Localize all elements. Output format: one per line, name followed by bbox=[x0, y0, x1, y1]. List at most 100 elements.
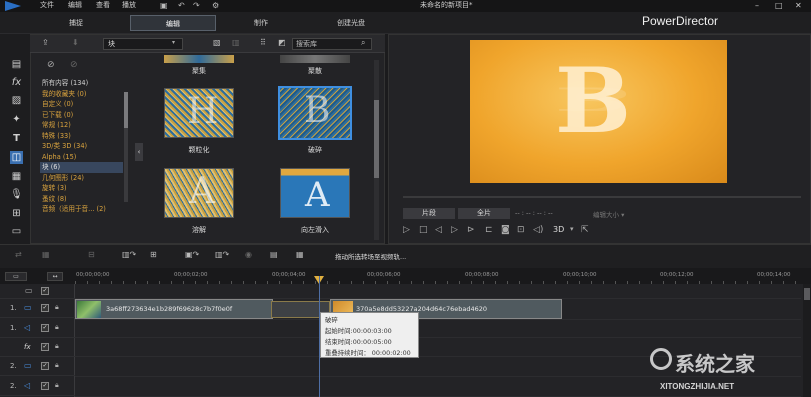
lock-icon[interactable]: 🔒︎ bbox=[55, 361, 59, 370]
menu-view[interactable]: 查看 bbox=[96, 0, 110, 11]
snapshot-icon[interactable]: ◙ bbox=[501, 225, 510, 235]
library-scrollbar-thumb[interactable] bbox=[374, 100, 379, 178]
effect-room-icon[interactable]: fx bbox=[10, 76, 23, 89]
apply-to-all-icon[interactable]: ▧ bbox=[213, 38, 221, 47]
search-icon[interactable]: ⌕ bbox=[361, 38, 365, 48]
timeline-vertical-scrollbar[interactable] bbox=[803, 284, 811, 397]
track-enable-checkbox[interactable]: ✓ bbox=[41, 324, 49, 332]
tab-produce[interactable]: 制作 bbox=[225, 15, 297, 31]
fast-forward-icon[interactable]: ⊳ bbox=[467, 225, 475, 235]
particle-room-icon[interactable]: ✦ bbox=[10, 113, 23, 126]
tab-capture[interactable]: 捕捉 bbox=[40, 15, 112, 31]
category-select[interactable]: 块 bbox=[103, 38, 183, 50]
thumbnail-image[interactable] bbox=[280, 55, 350, 63]
category-item[interactable]: 我的收藏夹 (0) bbox=[40, 89, 124, 100]
search-input[interactable]: 搜索库 bbox=[292, 38, 372, 50]
audio-mixing-icon[interactable]: ▦ bbox=[10, 170, 23, 183]
prev-frame-icon[interactable]: ◁ bbox=[435, 225, 442, 235]
voice-over-icon[interactable]: 🎙 bbox=[10, 188, 23, 201]
thumbnail-image[interactable] bbox=[164, 55, 234, 63]
menu-file[interactable]: 文件 bbox=[40, 0, 54, 11]
track-enable-checkbox[interactable]: ✓ bbox=[41, 343, 49, 351]
thumbnail-image[interactable]: H bbox=[164, 88, 234, 138]
lock-icon[interactable]: 🔒︎ bbox=[55, 303, 59, 312]
category-item[interactable]: 旋转 (3) bbox=[40, 183, 124, 194]
timecode-display[interactable]: -- : -- : -- : -- bbox=[515, 209, 553, 217]
split-icon[interactable]: ▥↷ bbox=[122, 250, 136, 259]
timeline-tool-icon[interactable]: ▦ bbox=[42, 250, 50, 259]
undock-icon[interactable]: ⇱ bbox=[581, 225, 589, 235]
track-manager-button[interactable]: ▭ bbox=[5, 272, 27, 281]
display-size-select[interactable]: 编辑大小 ▾ bbox=[593, 209, 624, 219]
grid-view-icon[interactable]: ⠿ bbox=[260, 38, 266, 47]
movie-mode-button[interactable]: 全片 bbox=[458, 208, 510, 219]
thumbnail-image[interactable]: A bbox=[164, 168, 234, 218]
category-item[interactable]: 所有内容 (134) bbox=[40, 78, 124, 89]
monitor-icon[interactable]: ▭ bbox=[25, 286, 33, 295]
next-frame-icon[interactable]: ▷ bbox=[451, 225, 458, 235]
random-icon[interactable]: ▥ bbox=[232, 38, 240, 47]
menu-edit[interactable]: 编辑 bbox=[68, 0, 82, 11]
settings-icon[interactable]: ⚙ bbox=[212, 0, 219, 11]
timeline-tool-icon[interactable]: ▤ bbox=[270, 250, 278, 259]
category-scrollbar-thumb[interactable] bbox=[124, 92, 128, 128]
trim-icon[interactable]: ⊞ bbox=[150, 250, 157, 259]
category-item[interactable]: 蚤纹 (8) bbox=[40, 194, 124, 205]
explorer-icon[interactable]: ⊘ bbox=[47, 60, 55, 70]
mark-in-icon[interactable]: ⊏ bbox=[485, 225, 493, 235]
category-item[interactable]: 特殊 (33) bbox=[40, 131, 124, 142]
track-enable-checkbox[interactable]: ✓ bbox=[41, 362, 49, 370]
maximize-icon[interactable]: □ bbox=[775, 0, 783, 11]
power-tools-icon[interactable]: ▥↷ bbox=[215, 250, 229, 259]
lock-icon[interactable]: 🔒︎ bbox=[55, 381, 59, 390]
fit-timeline-button[interactable]: ↔ bbox=[47, 272, 63, 281]
tab-edit[interactable]: 编辑 bbox=[130, 15, 216, 31]
keyframe-icon[interactable]: ◉ bbox=[245, 250, 252, 259]
close-icon[interactable]: ✕ bbox=[795, 0, 802, 11]
track-enable-checkbox[interactable]: ✓ bbox=[41, 287, 49, 295]
category-item[interactable]: 已下载 (0) bbox=[40, 110, 124, 121]
timeline-scrollbar-thumb[interactable] bbox=[804, 288, 810, 300]
thumbnail-image[interactable]: A bbox=[280, 168, 350, 218]
chevron-down-icon[interactable]: ▾ bbox=[570, 225, 574, 233]
stop-icon[interactable]: □ bbox=[419, 225, 428, 235]
timeline-tool-icon[interactable]: ⊟ bbox=[88, 250, 95, 259]
lock-icon[interactable]: 🔒︎ bbox=[55, 323, 59, 332]
download-icon[interactable]: ⬇ bbox=[72, 38, 79, 47]
minimize-icon[interactable]: – bbox=[755, 0, 759, 11]
category-item[interactable]: 音频（适用于音... (2) bbox=[40, 204, 124, 215]
fix-enhance-icon[interactable]: ▣↷ bbox=[185, 250, 199, 259]
3d-toggle[interactable]: 3D bbox=[553, 225, 564, 234]
undo-icon[interactable]: ↶ bbox=[178, 0, 185, 11]
play-icon[interactable]: ▷ bbox=[403, 225, 410, 235]
tag-icon[interactable]: ⊘ bbox=[70, 60, 78, 70]
save-icon[interactable]: ▣ bbox=[160, 0, 168, 11]
menu-play[interactable]: 播放 bbox=[122, 0, 136, 11]
collapse-panel-button[interactable]: ‹ bbox=[135, 143, 143, 161]
category-item[interactable]: 常规 (12) bbox=[40, 120, 124, 131]
timeline-tool-icon[interactable]: ⇄ bbox=[15, 250, 22, 259]
subtitle-room-icon[interactable]: ▭ bbox=[10, 225, 23, 238]
volume-icon[interactable]: ◁) bbox=[533, 225, 543, 235]
thumbnail-image-selected[interactable]: B bbox=[278, 86, 352, 140]
transition-room-icon[interactable]: ◫ bbox=[10, 151, 23, 164]
lock-icon[interactable]: 🔒︎ bbox=[55, 342, 59, 351]
clip-mode-button[interactable]: 片段 bbox=[403, 208, 455, 219]
pip-room-icon[interactable]: ▨ bbox=[10, 94, 23, 107]
category-item[interactable]: 自定义 (0) bbox=[40, 99, 124, 110]
chapter-room-icon[interactable]: ⊞ bbox=[10, 207, 23, 220]
track-enable-checkbox[interactable]: ✓ bbox=[41, 382, 49, 390]
timeline-tool-icon[interactable]: ▦ bbox=[296, 250, 304, 259]
category-item-selected[interactable]: 块 (6) bbox=[40, 162, 123, 173]
media-room-icon[interactable]: ▤ bbox=[10, 58, 23, 71]
title-room-icon[interactable]: T bbox=[10, 132, 23, 145]
category-item[interactable]: 几何图形 (24) bbox=[40, 173, 124, 184]
tab-create-disc[interactable]: 创建光盘 bbox=[310, 15, 392, 31]
category-item[interactable]: 3D/类 3D (34) bbox=[40, 141, 124, 152]
import-icon[interactable]: ⇪ bbox=[42, 38, 49, 47]
video-clip[interactable]: 3a68ff273634e1b289f69628c7b7f0e0f bbox=[75, 299, 273, 319]
thumbnail-size-icon[interactable]: ◩ bbox=[278, 38, 286, 47]
preview-progress-bar[interactable] bbox=[403, 196, 801, 198]
track-enable-checkbox[interactable]: ✓ bbox=[41, 304, 49, 312]
category-item[interactable]: Alpha (15) bbox=[40, 152, 124, 163]
